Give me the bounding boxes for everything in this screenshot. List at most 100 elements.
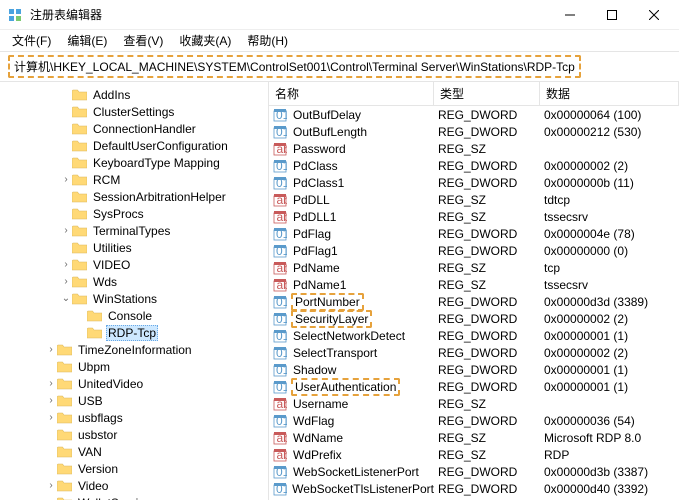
collapse-icon[interactable]: ⌄	[60, 293, 72, 304]
tree-item[interactable]: ›USB	[0, 392, 268, 409]
value-row[interactable]: 011PdFlag1REG_DWORD0x00000000 (0)	[269, 242, 679, 259]
expand-icon[interactable]: ›	[45, 395, 57, 406]
value-data: 0x00000001 (1)	[540, 380, 679, 394]
value-row[interactable]: abPdNameREG_SZtcp	[269, 259, 679, 276]
string-value-icon: ab	[273, 397, 289, 411]
value-row[interactable]: 011SelectTransportREG_DWORD0x00000002 (2…	[269, 344, 679, 361]
value-type: REG_DWORD	[434, 465, 540, 479]
expand-icon[interactable]: ›	[45, 412, 57, 423]
value-row[interactable]: 011PdClass1REG_DWORD0x0000000b (11)	[269, 174, 679, 191]
value-type: REG_DWORD	[434, 329, 540, 343]
value-name: PdDLL	[293, 193, 330, 207]
maximize-button[interactable]	[591, 1, 633, 29]
tree-item[interactable]: ›Wds	[0, 273, 268, 290]
value-row[interactable]: abWdNameREG_SZMicrosoft RDP 8.0	[269, 429, 679, 446]
tree-item[interactable]: ›RCM	[0, 171, 268, 188]
col-name[interactable]: 名称	[269, 82, 434, 105]
tree-item[interactable]: Console	[0, 307, 268, 324]
col-type[interactable]: 类型	[434, 82, 540, 105]
tree-item[interactable]: DefaultUserConfiguration	[0, 137, 268, 154]
menu-file[interactable]: 文件(F)	[6, 30, 57, 51]
tree-item[interactable]: ›VIDEO	[0, 256, 268, 273]
tree-item[interactable]: VAN	[0, 443, 268, 460]
tree-item-label: Ubpm	[76, 360, 112, 374]
tree-item-label: SysProcs	[91, 207, 146, 221]
address-bar[interactable]: 计算机\HKEY_LOCAL_MACHINE\SYSTEM\ControlSet…	[8, 55, 581, 78]
close-button[interactable]	[633, 1, 675, 29]
value-list[interactable]: 名称 类型 数据 011OutBufDelayREG_DWORD0x000000…	[269, 82, 679, 500]
value-type: REG_DWORD	[434, 346, 540, 360]
value-row[interactable]: abWdPrefixREG_SZRDP	[269, 446, 679, 463]
value-row[interactable]: 011WebSocketListenerPortREG_DWORD0x00000…	[269, 463, 679, 480]
tree-item[interactable]: ›Video	[0, 477, 268, 494]
value-row[interactable]: 011WdFlagREG_DWORD0x00000036 (54)	[269, 412, 679, 429]
folder-icon	[72, 258, 88, 272]
value-row[interactable]: 011ShadowREG_DWORD0x00000001 (1)	[269, 361, 679, 378]
value-row[interactable]: 011SecurityLayerREG_DWORD0x00000002 (2)	[269, 310, 679, 327]
value-row[interactable]: 011OutBufDelayREG_DWORD0x00000064 (100)	[269, 106, 679, 123]
expand-icon[interactable]: ›	[45, 344, 57, 355]
tree-item[interactable]: ClusterSettings	[0, 103, 268, 120]
value-row[interactable]: 011PdFlagREG_DWORD0x0000004e (78)	[269, 225, 679, 242]
tree-item[interactable]: usbstor	[0, 426, 268, 443]
expand-icon[interactable]: ›	[60, 225, 72, 236]
expand-icon[interactable]: ›	[45, 480, 57, 491]
value-row[interactable]: abPdName1REG_SZtssecsrv	[269, 276, 679, 293]
value-row[interactable]: 011OutBufLengthREG_DWORD0x00000212 (530)	[269, 123, 679, 140]
folder-icon	[57, 462, 73, 476]
tree-item[interactable]: Utilities	[0, 239, 268, 256]
folder-icon	[87, 326, 103, 340]
value-row[interactable]: abPasswordREG_SZ	[269, 140, 679, 157]
tree-item[interactable]: ›TimeZoneInformation	[0, 341, 268, 358]
tree-item[interactable]: SessionArbitrationHelper	[0, 188, 268, 205]
tree-item[interactable]: Ubpm	[0, 358, 268, 375]
tree-item[interactable]: SysProcs	[0, 205, 268, 222]
value-row[interactable]: abUsernameREG_SZ	[269, 395, 679, 412]
svg-text:011: 011	[276, 380, 287, 394]
tree-item[interactable]: RDP-Tcp	[0, 324, 268, 341]
menu-help[interactable]: 帮助(H)	[241, 30, 294, 51]
expand-icon[interactable]: ›	[60, 259, 72, 270]
tree-item[interactable]: ›usbflags	[0, 409, 268, 426]
registry-tree[interactable]: AddInsClusterSettingsConnectionHandlerDe…	[0, 82, 269, 500]
expand-icon[interactable]: ›	[60, 174, 72, 185]
tree-item[interactable]: ›UnitedVideo	[0, 375, 268, 392]
tree-item[interactable]: ›WalletService	[0, 494, 268, 500]
value-type: REG_DWORD	[434, 125, 540, 139]
value-data: 0x00000002 (2)	[540, 346, 679, 360]
expand-icon[interactable]: ›	[60, 276, 72, 287]
tree-item[interactable]: KeyboardType Mapping	[0, 154, 268, 171]
tree-item[interactable]: ⌄ WinStations	[0, 290, 268, 307]
tree-item[interactable]: AddIns	[0, 86, 268, 103]
value-type: REG_SZ	[434, 210, 540, 224]
svg-text:ab: ab	[277, 210, 288, 224]
svg-text:011: 011	[276, 108, 287, 122]
svg-text:ab: ab	[277, 397, 288, 411]
value-type: REG_SZ	[434, 431, 540, 445]
value-row[interactable]: 011WebSocketTlsListenerPortREG_DWORD0x00…	[269, 480, 679, 497]
menu-edit[interactable]: 编辑(E)	[61, 30, 113, 51]
value-row[interactable]: abPdDLLREG_SZtdtcp	[269, 191, 679, 208]
minimize-button[interactable]	[549, 1, 591, 29]
expand-icon[interactable]: ›	[45, 378, 57, 389]
menu-view[interactable]: 查看(V)	[117, 30, 169, 51]
menu-favorites[interactable]: 收藏夹(A)	[173, 30, 237, 51]
value-name: PdFlag1	[293, 244, 338, 258]
col-data[interactable]: 数据	[540, 82, 679, 105]
string-value-icon: ab	[273, 210, 289, 224]
tree-item-label: WinStations	[91, 292, 159, 306]
svg-text:011: 011	[276, 465, 287, 479]
svg-text:ab: ab	[277, 193, 288, 207]
value-row[interactable]: 011SelectNetworkDetectREG_DWORD0x0000000…	[269, 327, 679, 344]
value-name: PdDLL1	[293, 210, 336, 224]
svg-text:011: 011	[276, 329, 287, 343]
string-value-icon: ab	[273, 142, 289, 156]
svg-text:011: 011	[276, 125, 287, 139]
value-row[interactable]: abPdDLL1REG_SZtssecsrv	[269, 208, 679, 225]
value-row[interactable]: 011UserAuthenticationREG_DWORD0x00000001…	[269, 378, 679, 395]
value-row[interactable]: 011PortNumberREG_DWORD0x00000d3d (3389)	[269, 293, 679, 310]
tree-item[interactable]: ›TerminalTypes	[0, 222, 268, 239]
value-row[interactable]: 011PdClassREG_DWORD0x00000002 (2)	[269, 157, 679, 174]
tree-item[interactable]: Version	[0, 460, 268, 477]
tree-item[interactable]: ConnectionHandler	[0, 120, 268, 137]
